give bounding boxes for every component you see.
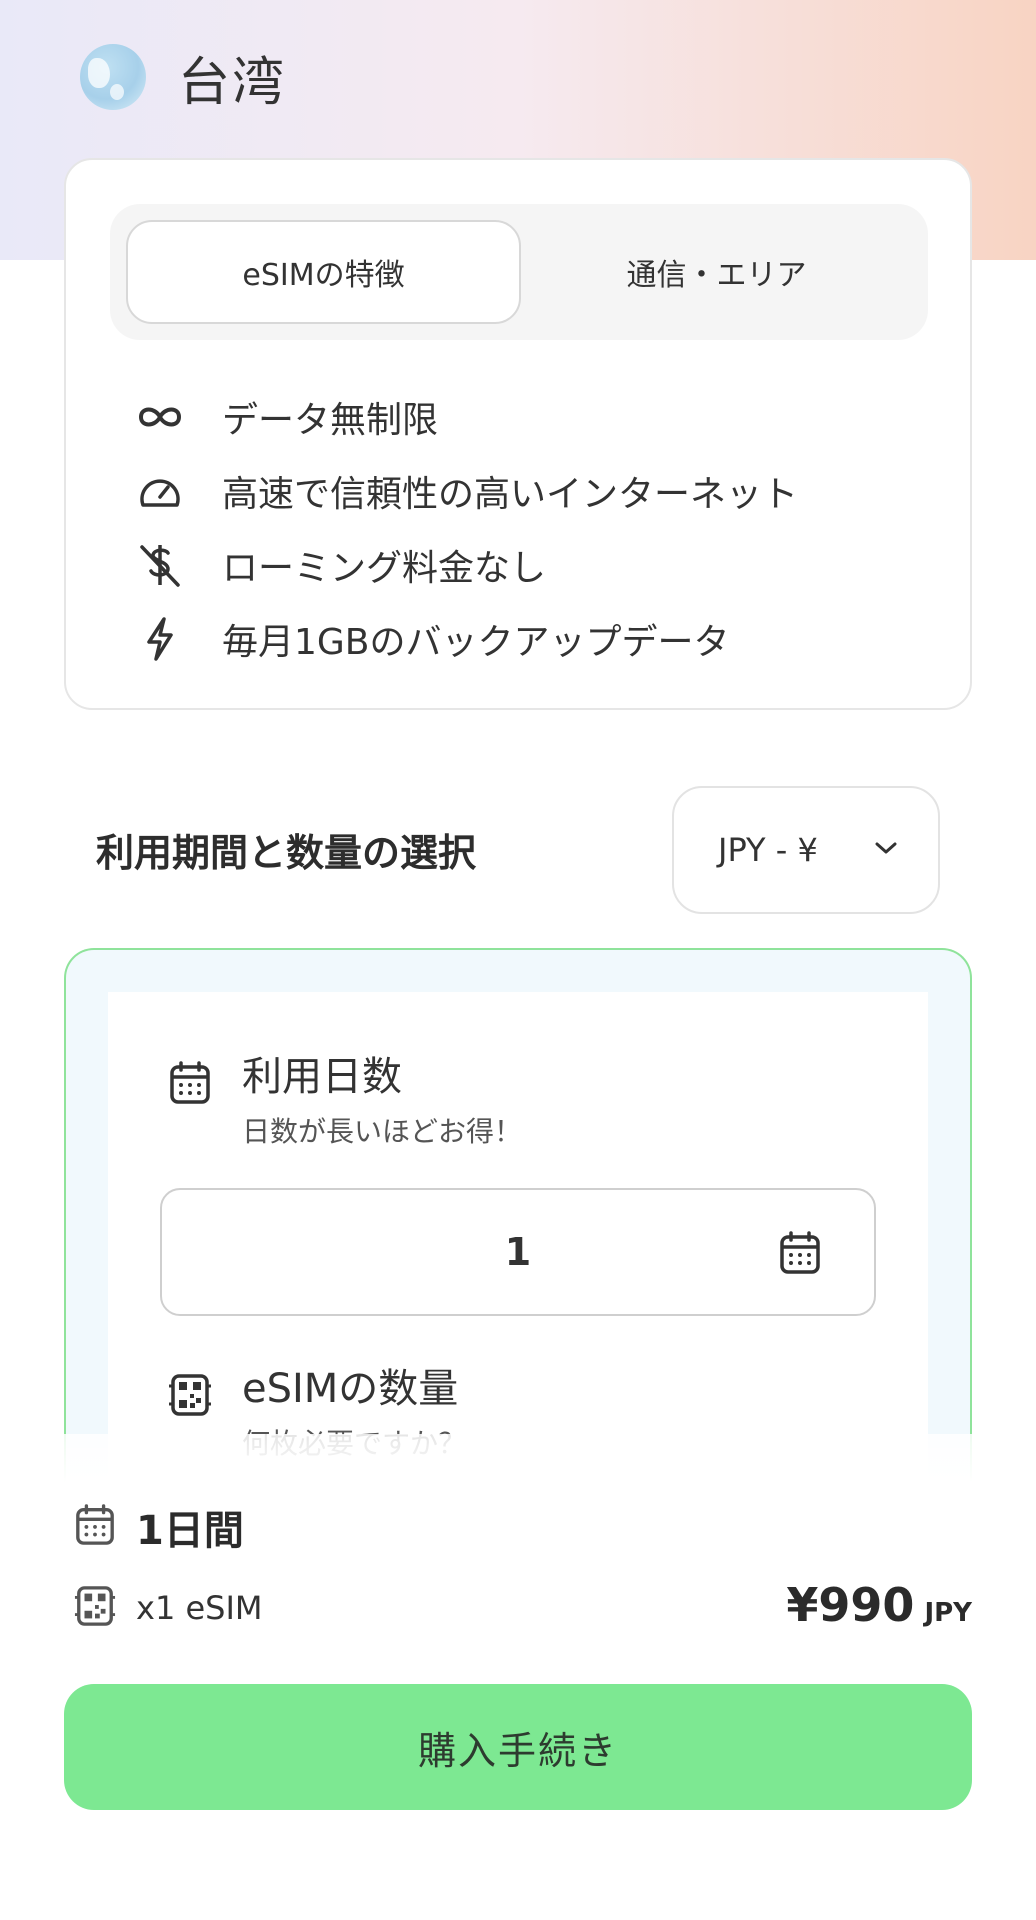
feature-text: データ無制限 — [222, 400, 439, 441]
days-input[interactable]: 1 — [160, 1188, 876, 1316]
sim-qr-icon — [74, 1584, 116, 1632]
country-name: 台湾 — [178, 52, 287, 113]
calendar-icon[interactable] — [778, 1230, 822, 1280]
feature-item: データ無制限 — [132, 380, 798, 454]
no-roaming-icon — [132, 537, 188, 593]
tab-esim-features[interactable]: eSIMの特徴 — [126, 220, 521, 324]
summary-days: 1日間 — [74, 1498, 244, 1556]
infinity-icon — [132, 389, 188, 445]
country-header: 台湾 — [80, 42, 287, 113]
calendar-icon — [168, 1060, 216, 1108]
calendar-icon — [74, 1503, 116, 1551]
lightning-icon — [132, 611, 188, 667]
days-value: 1 — [504, 1230, 532, 1274]
price-amount: ¥990 — [786, 1578, 915, 1632]
tab-coverage[interactable]: 通信・エリア — [521, 220, 912, 324]
chevron-down-icon — [874, 840, 898, 860]
summary-esim-text: x1 eSIM — [136, 1589, 263, 1627]
features-card: eSIMの特徴 通信・エリア データ無制限 高速で信頼性の高いインターネット ロ… — [64, 158, 972, 710]
price-currency: JPY — [924, 1598, 972, 1628]
quantity-title: eSIMの数量 — [242, 1366, 459, 1412]
feature-item: 高速で信頼性の高いインターネット — [132, 454, 798, 528]
section-title: 利用期間と数量の選択 — [96, 831, 477, 875]
checkout-bar: 1日間 x1 eSIM ¥990 JPY 購入手続き — [0, 1434, 1036, 1920]
currency-value: JPY - ¥ — [718, 831, 818, 869]
feature-text: 毎月1GBのバックアップデータ — [222, 622, 730, 663]
summary-days-text: 1日間 — [136, 1508, 244, 1554]
speedometer-icon — [132, 463, 188, 519]
feature-list: データ無制限 高速で信頼性の高いインターネット ローミング料金なし 毎月1GBの… — [132, 380, 798, 676]
feature-text: 高速で信頼性の高いインターネット — [222, 474, 799, 515]
feature-item: ローミング料金なし — [132, 528, 798, 602]
days-title: 利用日数 — [242, 1054, 402, 1100]
total-price: ¥990 JPY — [786, 1578, 972, 1632]
currency-select[interactable]: JPY - ¥ — [672, 786, 940, 914]
summary-esim: x1 eSIM — [74, 1584, 263, 1632]
days-header: 利用日数 日数が長いほどお得！ — [168, 1048, 522, 1150]
sim-qr-icon — [168, 1372, 216, 1420]
feature-item: 毎月1GBのバックアップデータ — [132, 602, 798, 676]
globe-icon — [80, 44, 146, 110]
feature-text: ローミング料金なし — [222, 548, 547, 589]
days-subtitle: 日数が長いほどお得！ — [242, 1115, 523, 1148]
tab-group: eSIMの特徴 通信・エリア — [110, 204, 928, 340]
checkout-button[interactable]: 購入手続き — [64, 1684, 972, 1810]
